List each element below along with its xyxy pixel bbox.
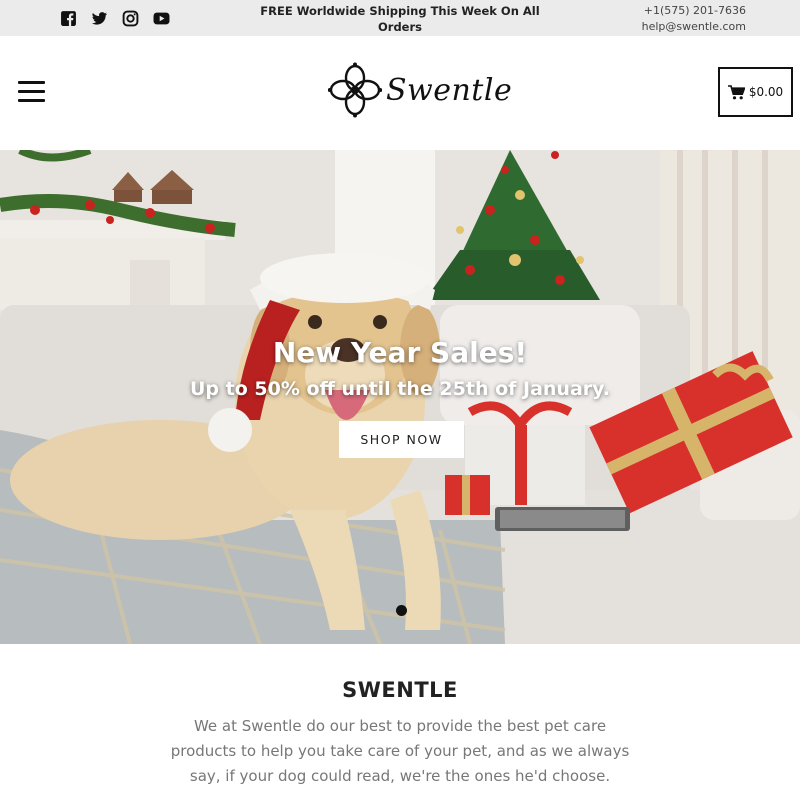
hero-subtitle: Up to 50% off until the 25th of January. xyxy=(189,378,611,400)
facebook-icon[interactable] xyxy=(60,10,77,27)
cart-button[interactable]: $0.00 xyxy=(718,67,793,117)
shop-now-button[interactable]: SHOP NOW xyxy=(339,421,464,458)
twitter-icon[interactable] xyxy=(91,10,108,27)
announcement-bar: FREE Worldwide Shipping This Week On All… xyxy=(0,0,800,36)
hamburger-menu-icon[interactable] xyxy=(18,81,45,103)
announcement-text: FREE Worldwide Shipping This Week On All… xyxy=(260,4,540,34)
slide-indicator-dot[interactable] xyxy=(396,605,407,616)
phone-number[interactable]: +1(575) 201-7636 xyxy=(642,3,746,19)
cart-icon xyxy=(727,84,745,99)
hero-slider: New Year Sales! Up to 50% off until the … xyxy=(0,150,800,644)
site-logo[interactable]: Swentle xyxy=(328,62,512,118)
cart-total: $0.00 xyxy=(748,85,784,99)
contact-info: +1(575) 201-7636 help@swentle.com xyxy=(642,3,746,35)
social-links xyxy=(60,10,170,27)
instagram-icon[interactable] xyxy=(122,10,139,27)
about-title: SWENTLE xyxy=(342,678,458,702)
hero-title: New Year Sales! xyxy=(272,336,528,369)
logo-text: Swentle xyxy=(386,72,513,108)
youtube-icon[interactable] xyxy=(153,10,170,27)
email-address[interactable]: help@swentle.com xyxy=(642,19,746,35)
site-header: Swentle $0.00 xyxy=(0,36,800,150)
about-description: We at Swentle do our best to provide the… xyxy=(170,717,630,785)
logo-emblem-icon xyxy=(328,62,382,118)
